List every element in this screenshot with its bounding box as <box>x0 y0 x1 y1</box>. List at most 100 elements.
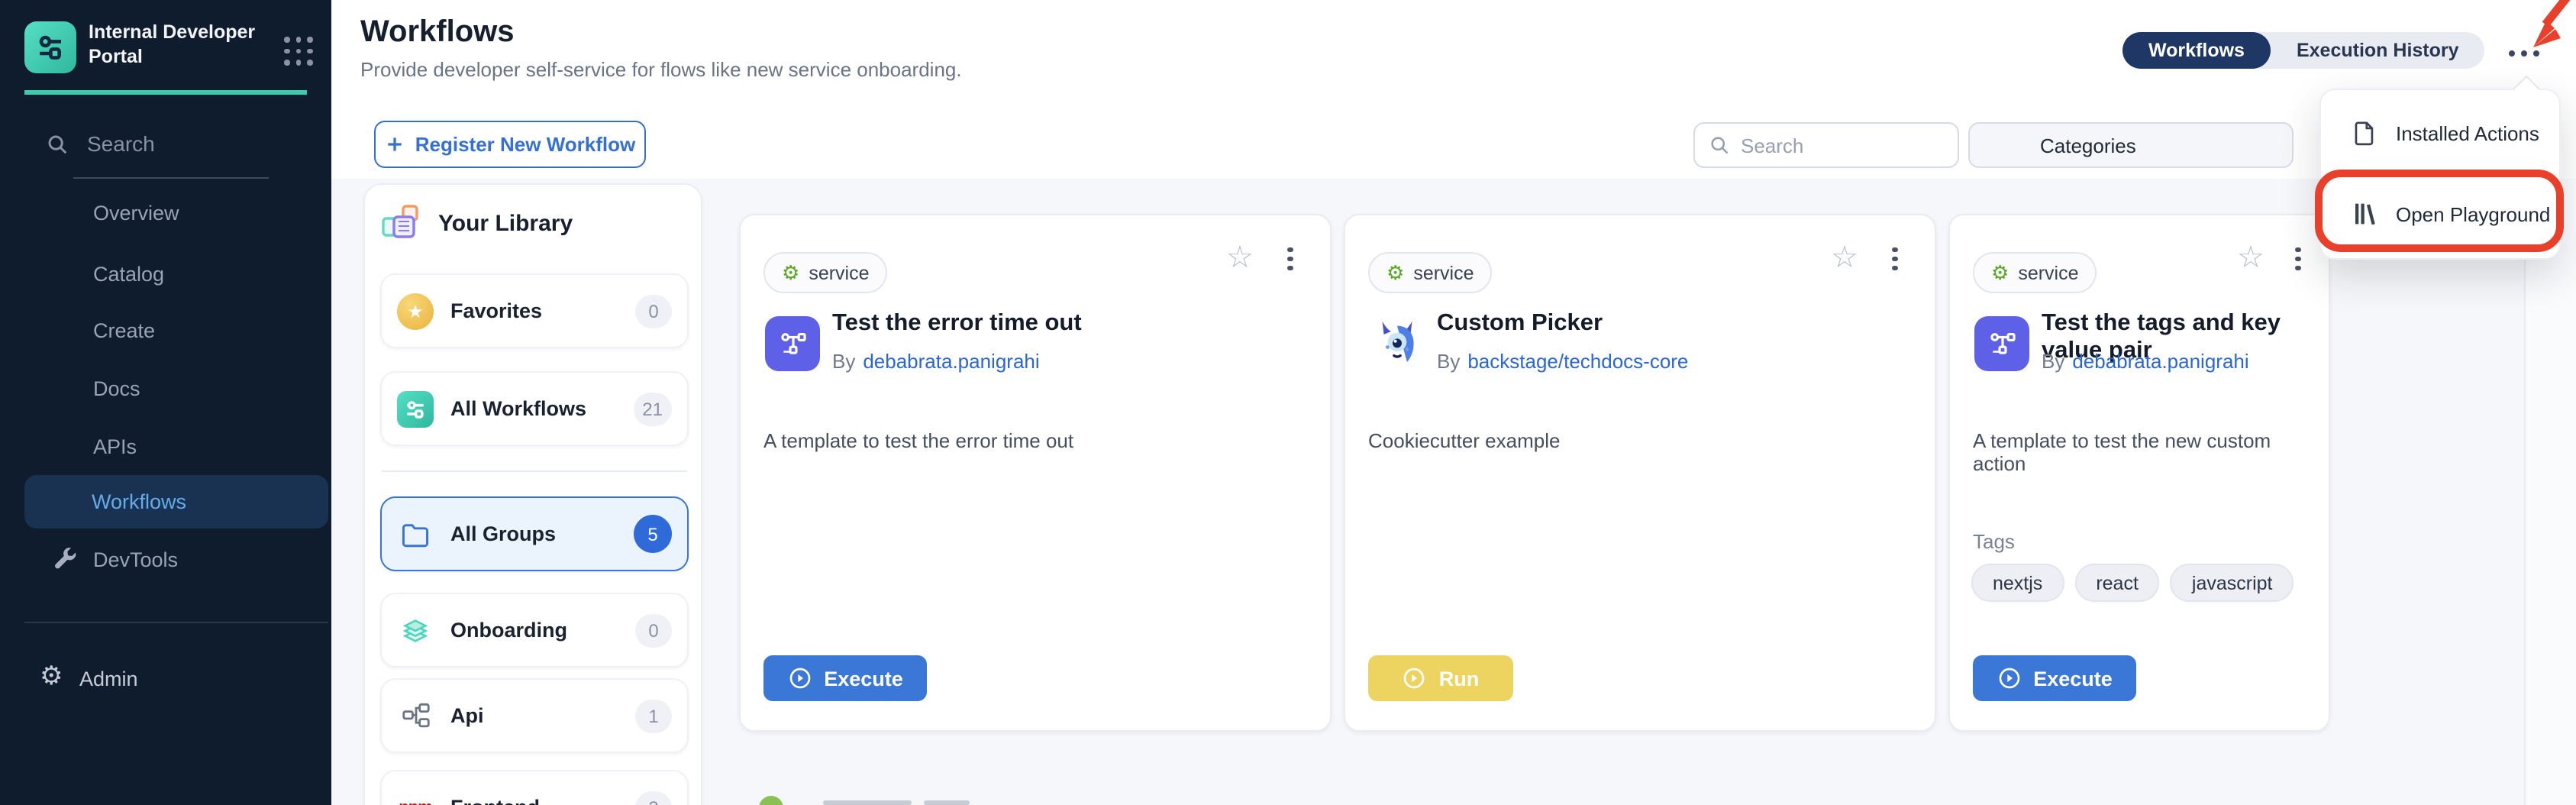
page-title: Workflows <box>360 15 515 50</box>
play-circle-icon <box>1403 666 1427 690</box>
card-menu-icon[interactable] <box>2292 247 2304 270</box>
page-subtitle: Provide developer self-service for flows… <box>360 58 962 81</box>
count-badge: 0 <box>635 613 672 647</box>
card-title: Custom Picker <box>1437 310 1603 338</box>
library-header: Your Library <box>380 203 573 243</box>
count-badge-selected: 5 <box>634 515 672 553</box>
npm-icon: npm <box>397 789 434 805</box>
play-circle-icon <box>1997 666 2021 690</box>
gear-icon: ⚙ <box>40 663 63 689</box>
card-description: Cookiecutter example <box>1368 429 1560 452</box>
execute-button[interactable]: Execute <box>1973 655 2136 701</box>
card-byline: Bydebabrata.panigrahi <box>832 350 1040 373</box>
blue-folder-icon <box>397 516 434 552</box>
app-window: Internal Developer Portal Search Overvie… <box>0 0 2576 805</box>
card-description: A template to test the new custom action <box>1973 429 2329 475</box>
sidebar: Internal Developer Portal Search Overvie… <box>0 0 331 805</box>
favorite-star-icon[interactable]: ☆ <box>1831 243 1858 273</box>
kind-chip: ⚙ service <box>1973 252 2097 293</box>
apps-grid-icon[interactable] <box>284 37 315 67</box>
library-item-all-groups[interactable]: All Groups 5 <box>380 496 689 571</box>
main-area: Workflows Provide developer self-service… <box>331 0 2576 805</box>
sidebar-divider <box>24 622 328 623</box>
tab-workflows[interactable]: Workflows <box>2122 32 2271 69</box>
card-title: Test the error time out <box>832 310 1082 338</box>
gold-star-icon: ★ <box>397 293 434 329</box>
plus-icon <box>385 134 405 154</box>
workflow-card: ⚙ service ☆ Test the error time out Byde… <box>739 214 1332 732</box>
count-badge: 3 <box>635 790 672 805</box>
workflow-template-icon <box>765 316 820 371</box>
card-menu-icon[interactable] <box>1284 247 1296 270</box>
menu-item-installed-actions[interactable]: Installed Actions <box>2321 110 2562 156</box>
tag-pill[interactable]: javascript <box>2171 564 2294 602</box>
sidebar-item-workflows-label: Workflows <box>92 490 186 513</box>
annotation-highlight-ring <box>2315 170 2564 252</box>
cookiecutter-monster-icon <box>1370 316 1425 371</box>
next-section-text-clipped <box>823 800 912 804</box>
author-link[interactable]: backstage/techdocs-core <box>1467 350 1688 373</box>
card-menu-icon[interactable] <box>1889 247 1901 270</box>
favorite-star-icon[interactable]: ☆ <box>2237 243 2264 273</box>
count-badge: 0 <box>635 294 672 328</box>
search-underline <box>73 177 269 179</box>
library-item-frontend[interactable]: npm Frontend 3 <box>380 770 689 805</box>
sidebar-item-apis[interactable]: APIs <box>93 435 137 458</box>
tags-label: Tags <box>1973 530 2015 553</box>
workflow-template-icon <box>1974 316 2029 371</box>
mint-stack-icon <box>397 612 434 648</box>
card-description: A template to test the error time out <box>763 429 1073 452</box>
teal-workflow-icon <box>397 390 434 427</box>
categories-dropdown[interactable]: Categories <box>1968 122 2294 168</box>
sidebar-item-overview[interactable]: Overview <box>93 202 179 225</box>
workflow-card: ⚙ service ☆ Custom Picker Bybac <box>1344 214 1936 732</box>
sidebar-item-admin[interactable]: Admin <box>79 668 138 690</box>
execute-button[interactable]: Execute <box>763 655 927 701</box>
sidebar-item-workflows[interactable]: Workflows <box>24 475 328 529</box>
workflow-search <box>1693 122 1959 168</box>
kind-chip: ⚙ service <box>1368 252 1493 293</box>
library-item-all-workflows[interactable]: All Workflows 21 <box>380 371 689 446</box>
library-panel: Your Library ★ Favorites 0 All Workflows… <box>363 183 702 805</box>
sidebar-search[interactable]: Search <box>46 131 290 156</box>
search-icon <box>46 132 69 155</box>
sidebar-item-create[interactable]: Create <box>93 319 155 342</box>
favorite-star-icon[interactable]: ☆ <box>1226 243 1254 273</box>
author-link[interactable]: debabrata.panigrahi <box>863 350 1039 373</box>
tags-row: nextjs react javascript <box>1971 564 2294 602</box>
sidebar-search-label: Search <box>87 131 155 156</box>
count-badge: 21 <box>633 392 672 425</box>
play-circle-icon <box>787 666 812 690</box>
library-item-api[interactable]: Api 1 <box>380 678 689 753</box>
tree-icon <box>397 697 434 734</box>
tab-execution-history[interactable]: Execution History <box>2271 32 2485 69</box>
workflow-card: ⚙ service ☆ Test the tags and key value … <box>1948 214 2330 732</box>
card-byline: Bydebabrata.panigrahi <box>2042 350 2249 373</box>
gear-icon: ⚙ <box>1991 263 2009 283</box>
library-title: Your Library <box>438 210 573 236</box>
card-byline: Bybackstage/techdocs-core <box>1437 350 1688 373</box>
tag-pill[interactable]: nextjs <box>1971 564 2064 602</box>
logo-underline <box>24 90 307 94</box>
more-menu-button[interactable] <box>2509 46 2552 61</box>
library-item-favorites[interactable]: ★ Favorites 0 <box>380 273 689 348</box>
sidebar-item-docs[interactable]: Docs <box>93 377 140 400</box>
kind-chip: ⚙ service <box>763 252 888 293</box>
cubes-icon <box>380 203 421 243</box>
sidebar-item-catalog[interactable]: Catalog <box>93 263 164 286</box>
gear-icon: ⚙ <box>782 263 799 283</box>
run-button[interactable]: Run <box>1368 655 1513 701</box>
tag-pill[interactable]: react <box>2074 564 2160 602</box>
author-link[interactable]: debabrata.panigrahi <box>2072 350 2248 373</box>
scroll-gutter[interactable] <box>2524 179 2576 805</box>
app-title: Internal Developer Portal <box>89 20 260 70</box>
library-divider <box>382 470 687 472</box>
app-logo-icon[interactable] <box>24 21 76 73</box>
wrench-icon <box>50 545 78 580</box>
next-section-text-clipped <box>924 800 970 804</box>
sidebar-item-devtools[interactable]: DevTools <box>93 548 178 571</box>
workflow-search-input[interactable] <box>1741 134 1924 157</box>
file-icon <box>2353 120 2376 146</box>
register-new-workflow-button[interactable]: Register New Workflow <box>374 121 646 168</box>
library-item-onboarding[interactable]: Onboarding 0 <box>380 593 689 668</box>
